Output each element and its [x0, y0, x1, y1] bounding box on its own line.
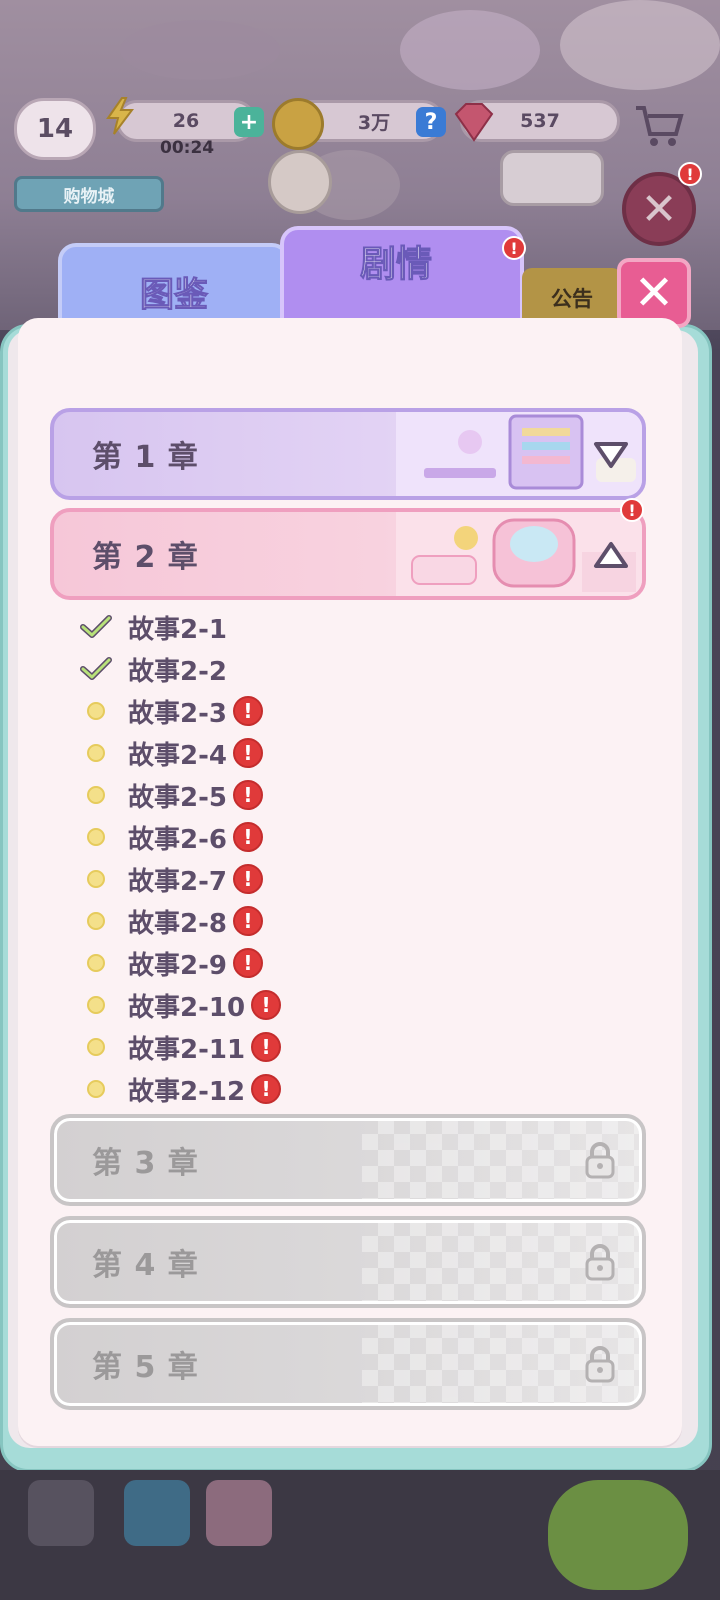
checkmark-icon — [80, 657, 128, 681]
coin-value: 3万 — [357, 111, 391, 134]
story-title: 故事2-12 — [128, 1076, 246, 1107]
story-item[interactable]: 故事2-2 — [80, 648, 580, 690]
chevron-up-icon[interactable] — [592, 538, 630, 572]
close-icon: ✕ — [633, 265, 675, 321]
chapter-list[interactable]: 第 1 章 第 2 章 ! 故事2-1 故事2-2 故事2-3 ! 故事2-4 … — [18, 358, 682, 1420]
story-item[interactable]: 故事2-5 ! — [80, 774, 580, 816]
chapter-2[interactable]: 第 2 章 — [50, 508, 646, 600]
character-icon[interactable] — [548, 1480, 688, 1590]
cart-icon[interactable] — [632, 100, 686, 150]
story-title: 故事2-6 — [128, 824, 227, 855]
unread-dot-icon — [87, 786, 105, 804]
unread-dot-icon — [87, 954, 105, 972]
tab-codex-label: 图鉴 — [140, 274, 209, 315]
decor-blob — [400, 10, 540, 90]
energy-value: 26 — [172, 110, 200, 132]
chapter-2-alert-text: ! — [628, 500, 636, 520]
story-item[interactable]: 故事2-3 ! — [80, 690, 580, 732]
chapter-3[interactable]: 第 3 章 — [50, 1114, 646, 1206]
story-item[interactable]: 故事2-1 — [80, 606, 580, 648]
background-alert-badge: ! — [678, 162, 702, 186]
story-title: 故事2-10 — [128, 992, 246, 1023]
unread-dot-icon — [87, 912, 105, 930]
decor-blob — [120, 20, 280, 80]
story-item[interactable]: 故事2-7 ! — [80, 858, 580, 900]
exit-icon[interactable] — [28, 1480, 94, 1546]
profile-book-icon[interactable] — [124, 1480, 190, 1546]
chapter-5[interactable]: 第 5 章 — [50, 1318, 646, 1410]
chapter-2-label: 第 2 章 — [92, 540, 199, 575]
story-title: 故事2-3 — [128, 698, 227, 729]
story-title: 故事2-8 — [128, 908, 227, 939]
story-item[interactable]: 故事2-10 ! — [80, 984, 580, 1026]
gacha-icon[interactable] — [206, 1480, 272, 1546]
coin-bubble-icon[interactable] — [268, 150, 332, 214]
alert-badge: ! — [232, 696, 263, 726]
story-list: 故事2-1 故事2-2 故事2-3 ! 故事2-4 ! 故事2-5 ! 故事2-… — [80, 606, 580, 1110]
lock-icon — [584, 1242, 616, 1282]
unread-dot-icon — [87, 702, 105, 720]
alert-badge: ! — [251, 1032, 282, 1062]
tab-notice-label: 公告 — [551, 287, 593, 311]
shop-label: 购物城 — [63, 186, 115, 207]
chapter-4[interactable]: 第 4 章 — [50, 1216, 646, 1308]
gem-value: 537 — [520, 110, 560, 132]
alert-badge: ! — [251, 1074, 282, 1104]
lightning-icon — [102, 96, 138, 136]
lock-icon — [584, 1140, 616, 1180]
decor-blob — [560, 0, 720, 90]
story-title: 故事2-4 — [128, 740, 227, 771]
chevron-down-icon[interactable] — [592, 438, 630, 472]
unread-dot-icon — [87, 828, 105, 846]
story-alert-text: ! — [510, 238, 518, 258]
coin-help-button[interactable]: ? — [416, 107, 446, 137]
story-title: 故事2-11 — [128, 1034, 246, 1065]
story-item[interactable]: 故事2-9 ! — [80, 942, 580, 984]
alert-badge: ! — [251, 990, 282, 1020]
unread-dot-icon — [87, 870, 105, 888]
gem-icon — [448, 100, 500, 144]
tab-story-label: 剧情 — [359, 244, 432, 286]
bag-icon[interactable] — [500, 150, 604, 206]
unread-dot-icon — [87, 1080, 105, 1098]
story-title: 故事2-7 — [128, 866, 227, 897]
story-item[interactable]: 故事2-6 ! — [80, 816, 580, 858]
alert-badge: ! — [232, 906, 263, 936]
level-badge[interactable]: 14 — [14, 98, 96, 160]
alert-badge: ! — [232, 738, 263, 768]
chapter-4-label: 第 4 章 — [92, 1248, 199, 1283]
story-item[interactable]: 故事2-8 ! — [80, 900, 580, 942]
story-title: 故事2-1 — [128, 614, 227, 645]
chapter-1-label: 第 1 章 — [92, 440, 199, 475]
coin-icon — [272, 98, 324, 150]
chapter-3-label: 第 3 章 — [92, 1146, 199, 1181]
shop-button[interactable]: 购物城 — [14, 176, 164, 212]
alert-badge: ! — [232, 780, 263, 810]
story-title: 故事2-2 — [128, 656, 227, 687]
energy-plus-button[interactable]: + — [234, 107, 264, 137]
checkmark-icon — [80, 615, 128, 639]
level-value: 14 — [36, 114, 74, 144]
story-item[interactable]: 故事2-12 ! — [80, 1068, 580, 1110]
story-title: 故事2-9 — [128, 950, 227, 981]
chapter-2-alert-badge: ! — [620, 498, 644, 522]
energy-timer: 00:24 — [160, 138, 215, 158]
story-item[interactable]: 故事2-4 ! — [80, 732, 580, 774]
chapter-1[interactable]: 第 1 章 — [50, 408, 646, 500]
story-alert-badge: ! — [502, 236, 526, 260]
chapter-5-label: 第 5 章 — [92, 1350, 199, 1385]
alert-badge: ! — [232, 948, 263, 978]
unread-dot-icon — [87, 996, 105, 1014]
story-title: 故事2-5 — [128, 782, 227, 813]
alert-badge: ! — [232, 864, 263, 894]
story-book: 第 1 章 第 2 章 ! 故事2-1 故事2-2 故事2-3 ! 故事2-4 … — [18, 318, 682, 1446]
lock-icon — [584, 1344, 616, 1384]
unread-dot-icon — [87, 744, 105, 762]
alert-badge: ! — [232, 822, 263, 852]
story-item[interactable]: 故事2-11 ! — [80, 1026, 580, 1068]
unread-dot-icon — [87, 1038, 105, 1056]
